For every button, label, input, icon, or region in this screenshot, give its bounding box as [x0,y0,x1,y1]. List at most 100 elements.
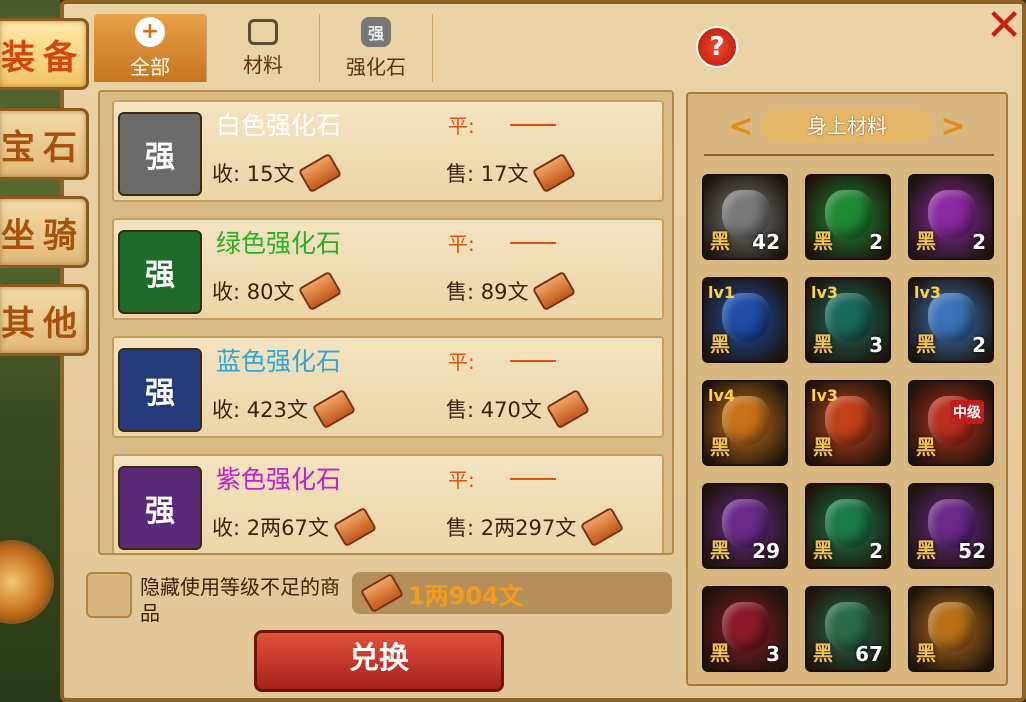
bound-tag: 黑 [710,229,730,253]
bound-tag: 黑 [710,435,730,459]
bound-tag: 黑 [916,332,936,356]
item-count: 3 [766,642,780,666]
tab-all[interactable]: + 全部 [94,14,207,82]
layers-icon [248,18,278,45]
list-item[interactable]: 强 蓝色强化石 平: 收: 423文 售: 470文 [112,336,664,438]
inventory-panel: < 身上材料 > 黑 42 黑 2 黑 2 lv1 黑 lv3 黑 3 lv3 黑 2 lv4 黑 lv3 黑中级… [686,92,1008,686]
item-list[interactable]: 强 白色强化石 平: 收: 15文 售: 17文 强 绿色强化石 平: 收: 8… [98,90,674,555]
exchange-button[interactable]: 兑换 [254,630,504,692]
ingot-icon [298,152,343,194]
stone-thumbnail: 强 [118,112,202,196]
stone-thumbnail: 强 [118,348,202,432]
item-name: 白色强化石 [216,111,342,140]
price-flat-label: 平: [448,114,475,138]
next-arrow-icon[interactable]: > [938,109,968,144]
bound-tag: 黑 [710,641,730,665]
bound-tag: 黑 [813,332,833,356]
sell-price: 售: 470文 [446,388,590,430]
inventory-slot[interactable]: 中级黑 [908,380,994,466]
side-tab-equipment[interactable]: 装备 [0,18,89,90]
item-count: 42 [752,230,780,254]
bound-tag: 黑 [813,229,833,253]
inventory-title: 身上材料 [762,110,932,142]
ingot-icon [532,270,577,312]
item-level: lv3 [811,386,839,405]
help-button[interactable]: ? [696,26,738,68]
inventory-slot[interactable]: lv3 黑 [805,380,891,466]
side-tab-label: 其他 [1,303,85,344]
item-name: 绿色强化石 [216,229,342,258]
bound-tag: 黑 [710,332,730,356]
ingot-icon [359,572,405,614]
inventory-slot[interactable]: 黑2 [908,174,994,260]
side-tab-mount[interactable]: 坐骑 [0,196,89,268]
buy-price: 收: 423文 [212,388,356,430]
bound-tag: 黑 [710,538,730,562]
hide-checkbox[interactable] [86,572,132,618]
item-name: 紫色强化石 [216,465,342,494]
buy-price: 收: 2两67文 [212,506,377,548]
bound-tag: 黑 [813,538,833,562]
price-dash [510,124,556,126]
divider [704,154,994,156]
tab-enhance-stone[interactable]: 强 强化石 [320,14,433,82]
bound-tag: 黑 [813,641,833,665]
sell-price: 售: 2两297文 [446,506,625,548]
side-tab-other[interactable]: 其他 [0,284,89,356]
inventory-slot[interactable]: 黑 29 [702,483,788,569]
bound-tag: 黑 [813,435,833,459]
price-dash [510,360,556,362]
inventory-slot[interactable]: 黑 42 [702,174,788,260]
bound-tag: 黑 [916,538,936,562]
buy-price: 收: 80文 [212,270,343,312]
money-display: 1两904文 [352,572,672,614]
inventory-slot[interactable]: lv3 黑 2 [908,277,994,363]
sell-price: 售: 17文 [446,152,577,194]
item-level: lv1 [708,283,736,302]
inventory-slot[interactable]: 黑 67 [805,586,891,672]
list-item[interactable]: 强 紫色强化石 平: 收: 2两67文 售: 2两297文 [112,454,664,553]
bound-tag: 黑 [916,641,936,665]
list-item[interactable]: 强 白色强化石 平: 收: 15文 售: 17文 [112,100,664,202]
item-level: lv3 [811,283,839,302]
item-count: 29 [752,539,780,563]
prev-arrow-icon[interactable]: < [726,109,756,144]
ingot-icon [332,506,377,548]
inventory-slot[interactable]: 黑 52 [908,483,994,569]
item-count: 2 [869,230,883,254]
stone-thumbnail: 强 [118,466,202,550]
side-tab-label: 装备 [1,37,85,78]
ingot-icon [545,388,590,430]
inventory-slot[interactable]: 黑2 [805,483,891,569]
side-tab-label: 坐骑 [1,215,85,256]
stone-thumbnail: 强 [118,230,202,314]
money-amount: 1两904文 [408,581,523,610]
list-item[interactable]: 强 绿色强化石 平: 收: 80文 售: 89文 [112,218,664,320]
bound-tag: 黑 [916,435,936,459]
inventory-slot[interactable]: lv4 黑 [702,380,788,466]
inventory-slot[interactable]: lv3 黑 3 [805,277,891,363]
ingot-icon [580,506,625,548]
side-tab-label: 宝石 [1,127,85,168]
item-count: 3 [869,333,883,357]
item-name: 蓝色强化石 [216,347,342,376]
tab-materials[interactable]: 材料 [207,14,320,82]
inventory-slot[interactable]: 黑 [908,586,994,672]
item-count: 2 [869,539,883,563]
item-count: 67 [855,642,883,666]
ingot-icon [311,388,356,430]
side-tab-gem[interactable]: 宝石 [0,108,89,180]
price-flat-label: 平: [448,350,475,374]
inventory-slot[interactable]: lv1 黑 [702,277,788,363]
price-dash [510,242,556,244]
item-level: lv3 [914,283,942,302]
inventory-slot[interactable]: 黑2 [805,174,891,260]
close-icon[interactable]: ✕ [984,4,1024,48]
ingot-icon [298,270,343,312]
inventory-slot[interactable]: 黑3 [702,586,788,672]
tab-label: 强化石 [346,54,406,79]
ingot-icon [532,152,577,194]
tab-label: 材料 [243,52,283,77]
top-tabs: + 全部 材料 强 强化石 [94,14,433,82]
item-level: lv4 [708,386,736,405]
